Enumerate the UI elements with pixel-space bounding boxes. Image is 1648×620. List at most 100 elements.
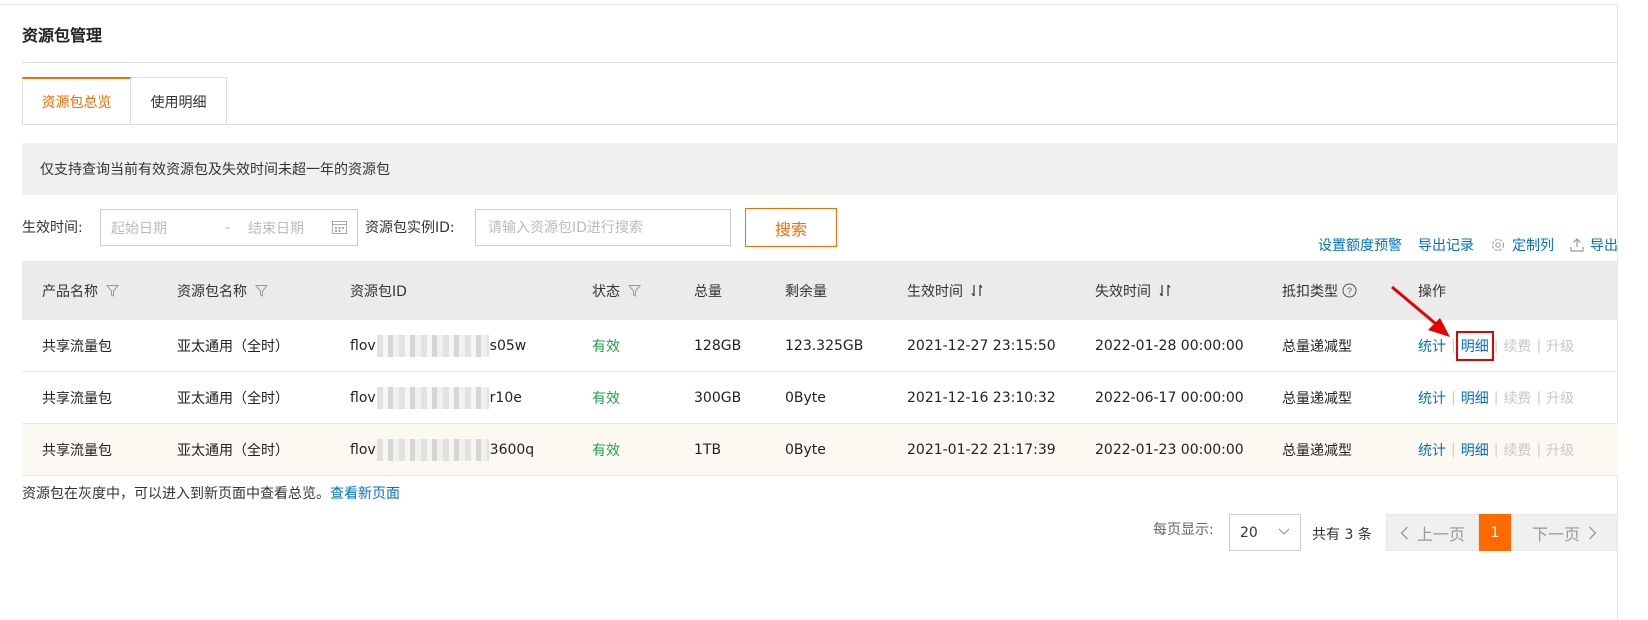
cell-total: 1TB [694, 441, 722, 458]
next-page-button[interactable]: 下一页 [1511, 514, 1618, 551]
instance-id-label: 资源包实例ID: [365, 220, 455, 236]
help-icon[interactable]: ? [1342, 283, 1357, 298]
sort-icon[interactable] [1159, 284, 1171, 297]
col-header-status-label: 状态 [592, 283, 620, 300]
per-page-value: 20 [1240, 524, 1258, 541]
col-header-package-id: 资源包ID [350, 283, 407, 300]
export-label: 导出 [1590, 238, 1618, 254]
table-row: 共享流量包 亚太通用（全时） flov r10e 有效 300GB 0Byte 2… [22, 372, 1618, 424]
cell-package-name: 亚太通用（全时） [177, 442, 289, 459]
col-header-effective-time[interactable]: 生效时间 [907, 281, 983, 301]
prev-page-label: 上一页 [1416, 524, 1465, 544]
tabs-divider [22, 124, 1618, 125]
filter-icon[interactable] [106, 284, 119, 297]
end-date-placeholder[interactable]: 结束日期 [248, 218, 304, 238]
cell-effective-time: 2021-12-27 23:15:50 [907, 337, 1056, 354]
col-header-expire-time[interactable]: 失效时间 [1095, 281, 1171, 301]
export-records-link[interactable]: 导出记录 [1418, 235, 1474, 255]
col-header-product: 产品名称 [42, 281, 119, 301]
upgrade-link-disabled: 升级 [1546, 338, 1575, 355]
cell-package-id: flov r10e [350, 386, 522, 409]
total-count: 共有 3 条 [1312, 527, 1372, 543]
search-button[interactable]: 搜索 [745, 208, 837, 247]
filter-icon[interactable] [628, 284, 641, 297]
col-header-effective-time-label: 生效时间 [907, 283, 963, 300]
detail-link[interactable]: 明细 [1461, 440, 1489, 460]
action-separator: | [1536, 441, 1542, 458]
redacted-mask [376, 334, 489, 357]
cell-effective-time: 2021-12-16 23:10:32 [907, 389, 1056, 406]
renew-link-disabled: 续费 [1503, 442, 1532, 459]
table-row: 共享流量包 亚太通用（全时） flov s05w 有效 128GB 123.325… [22, 320, 1618, 372]
per-page-select[interactable]: 20 [1229, 514, 1301, 551]
cell-expire-time: 2022-06-17 00:00:00 [1095, 389, 1244, 406]
chevron-left-icon [1400, 526, 1408, 539]
col-header-status: 状态 [592, 281, 641, 301]
cell-product: 共享流量包 [42, 390, 112, 407]
tab-usage-details[interactable]: 使用明细 [131, 77, 227, 125]
table-header: 产品名称 资源包名称 资源包ID 状态 总量 剩余量 生效时间 失效时间 抵扣类… [22, 261, 1618, 320]
renew-link-disabled: 续费 [1503, 390, 1532, 407]
package-id-suffix: r10e [489, 389, 522, 406]
cell-actions: 统计 | 明细 | 续费 | 升级 [1418, 440, 1574, 460]
per-page-label: 每页显示: [1153, 522, 1214, 538]
cell-total: 300GB [694, 389, 742, 406]
date-range-separator: - [225, 219, 231, 236]
view-new-page-link[interactable]: 查看新页面 [330, 486, 400, 502]
package-id-suffix: s05w [489, 337, 527, 354]
prev-page-button[interactable]: 上一页 [1386, 514, 1479, 551]
next-page-label: 下一页 [1531, 524, 1580, 544]
cell-package-name: 亚太通用（全时） [177, 390, 289, 407]
cell-expire-time: 2022-01-28 00:00:00 [1095, 337, 1244, 354]
cell-product: 共享流量包 [42, 338, 112, 355]
tab-overview[interactable]: 资源包总览 [22, 77, 131, 125]
page-title: 资源包管理 [22, 26, 103, 45]
export-button[interactable]: 导出 [1570, 235, 1618, 255]
upgrade-link-disabled: 升级 [1546, 390, 1575, 407]
date-range-picker[interactable]: 起始日期 - 结束日期 [100, 209, 358, 246]
quota-alert-link[interactable]: 设置额度预警 [1318, 235, 1402, 255]
cell-package-id: flov 3600q [350, 438, 534, 461]
action-separator: | [1493, 441, 1499, 458]
frame-top-border [0, 4, 1618, 5]
action-separator: | [1536, 389, 1542, 406]
action-separator: | [1536, 337, 1542, 354]
cell-package-id: flov s05w [350, 334, 527, 357]
cell-deduct-type: 总量递减型 [1282, 442, 1352, 459]
sort-icon[interactable] [971, 284, 983, 297]
col-header-expire-time-label: 失效时间 [1095, 283, 1151, 300]
action-separator: | [1451, 389, 1456, 406]
custom-columns-button[interactable]: 定制列 [1490, 235, 1554, 255]
gray-release-notice: 资源包在灰度中，可以进入到新页面中查看总览。查看新页面 [22, 483, 400, 503]
filter-icon[interactable] [255, 284, 268, 297]
detail-link[interactable]: 明细 [1461, 388, 1489, 408]
col-header-deduct-type-label: 抵扣类型 [1282, 283, 1338, 300]
cell-deduct-type: 总量递减型 [1282, 390, 1352, 407]
upload-icon [1570, 238, 1584, 252]
svg-text:?: ? [1347, 286, 1352, 296]
custom-columns-label: 定制列 [1512, 238, 1554, 254]
stats-link[interactable]: 统计 [1418, 388, 1446, 408]
cell-product: 共享流量包 [42, 442, 112, 459]
renew-link-disabled: 续费 [1503, 338, 1532, 355]
instance-id-input[interactable] [475, 209, 731, 246]
table-row: 共享流量包 亚太通用（全时） flov 3600q 有效 1TB 0Byte 20… [22, 424, 1618, 476]
col-header-package-name-label: 资源包名称 [177, 283, 247, 300]
page-number-current[interactable]: 1 [1479, 514, 1511, 551]
cell-remaining: 0Byte [785, 441, 826, 458]
col-header-product-label: 产品名称 [42, 283, 98, 300]
cell-total: 128GB [694, 337, 742, 354]
calendar-icon[interactable] [332, 220, 347, 234]
col-header-deduct-type: 抵扣类型 ? [1282, 281, 1357, 301]
detail-link-highlighted[interactable]: 明细 [1455, 330, 1494, 361]
upgrade-link-disabled: 升级 [1546, 442, 1575, 459]
stats-link[interactable]: 统计 [1418, 440, 1446, 460]
start-date-placeholder[interactable]: 起始日期 [111, 218, 167, 238]
col-header-total: 总量 [694, 283, 722, 300]
gear-icon [1492, 239, 1504, 251]
cell-actions: 统计 | 明细 | 续费 | 升级 [1418, 388, 1574, 408]
action-separator: | [1493, 337, 1499, 354]
cell-status: 有效 [592, 390, 620, 407]
package-id-prefix: flov [350, 389, 376, 406]
cell-effective-time: 2021-01-22 21:17:39 [907, 441, 1056, 458]
